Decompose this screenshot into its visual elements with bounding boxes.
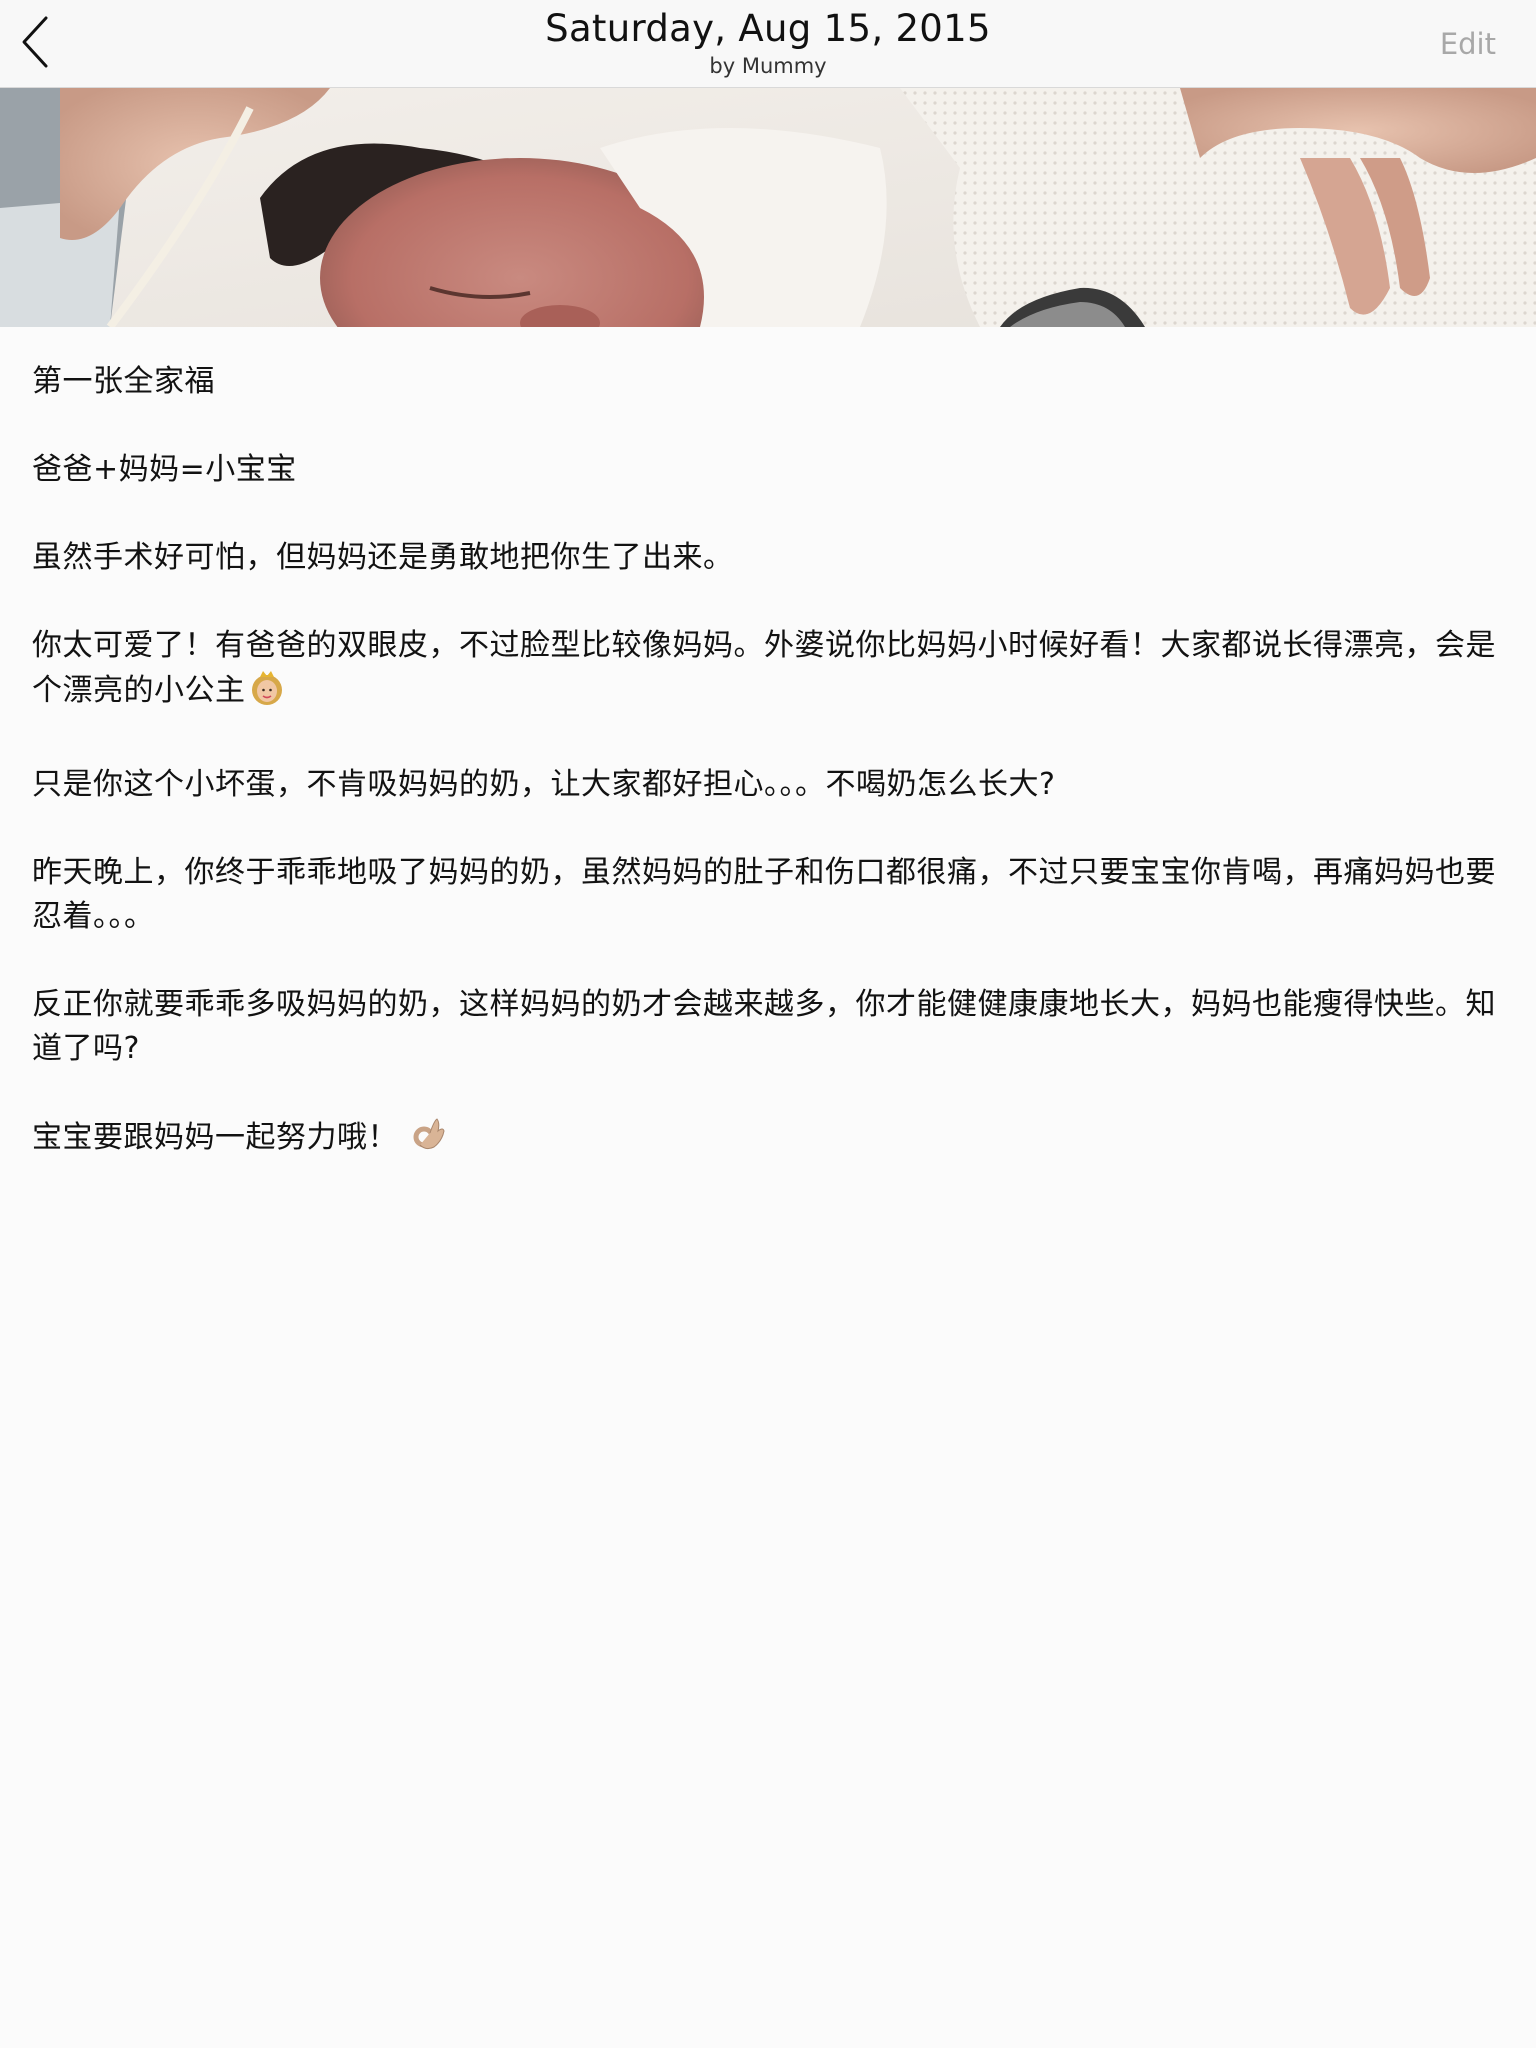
- ok-hand-emoji-icon: [410, 1115, 448, 1166]
- paragraph-3: 虽然手术好可怕，但妈妈还是勇敢地把你生了出来。: [32, 540, 734, 575]
- paragraph-5: 只是你这个小坏蛋，不肯吸妈妈的奶，让大家都好担心。。。不喝奶怎么长大?: [32, 767, 1056, 802]
- paragraph-4: 你太可爱了！有爸爸的双眼皮，不过脸型比较像妈妈。外婆说你比妈妈小时候好看！大家都…: [32, 624, 1512, 719]
- paragraph-7: 反正你就要乖乖多吸妈妈的奶，这样妈妈的奶才会越来越多，你才能健健康康地长大，妈妈…: [32, 987, 1496, 1066]
- entry-body: 第一张全家福 爸爸+妈妈=小宝宝 虽然手术好可怕，但妈妈还是勇敢地把你生了出来。…: [32, 360, 1512, 1210]
- paragraph-6: 昨天晚上，你终于乖乖地吸了妈妈的奶，虽然妈妈的肚子和伤口都很痛，不过只要宝宝你肯…: [32, 855, 1496, 934]
- diary-entry-page: Saturday, Aug 15, 2015 by Mummy Edit 第一张…: [0, 0, 1536, 2048]
- paragraph-2: 爸爸+妈妈=小宝宝: [32, 452, 297, 487]
- paragraph-8: 宝宝要跟妈妈一起努力哦！: [32, 1115, 1512, 1166]
- paragraph-8-text: 宝宝要跟妈妈一起努力哦！: [32, 1120, 398, 1155]
- entry-photo[interactable]: [0, 88, 1536, 327]
- entry-date-title: Saturday, Aug 15, 2015: [545, 7, 991, 50]
- paragraph-1: 第一张全家福: [32, 364, 215, 399]
- princess-emoji-icon: [248, 668, 286, 719]
- navigation-bar: Saturday, Aug 15, 2015 by Mummy Edit: [0, 0, 1536, 88]
- entry-author: by Mummy: [709, 54, 827, 78]
- edit-button[interactable]: Edit: [1440, 24, 1496, 64]
- newborn-photo: [0, 88, 1536, 327]
